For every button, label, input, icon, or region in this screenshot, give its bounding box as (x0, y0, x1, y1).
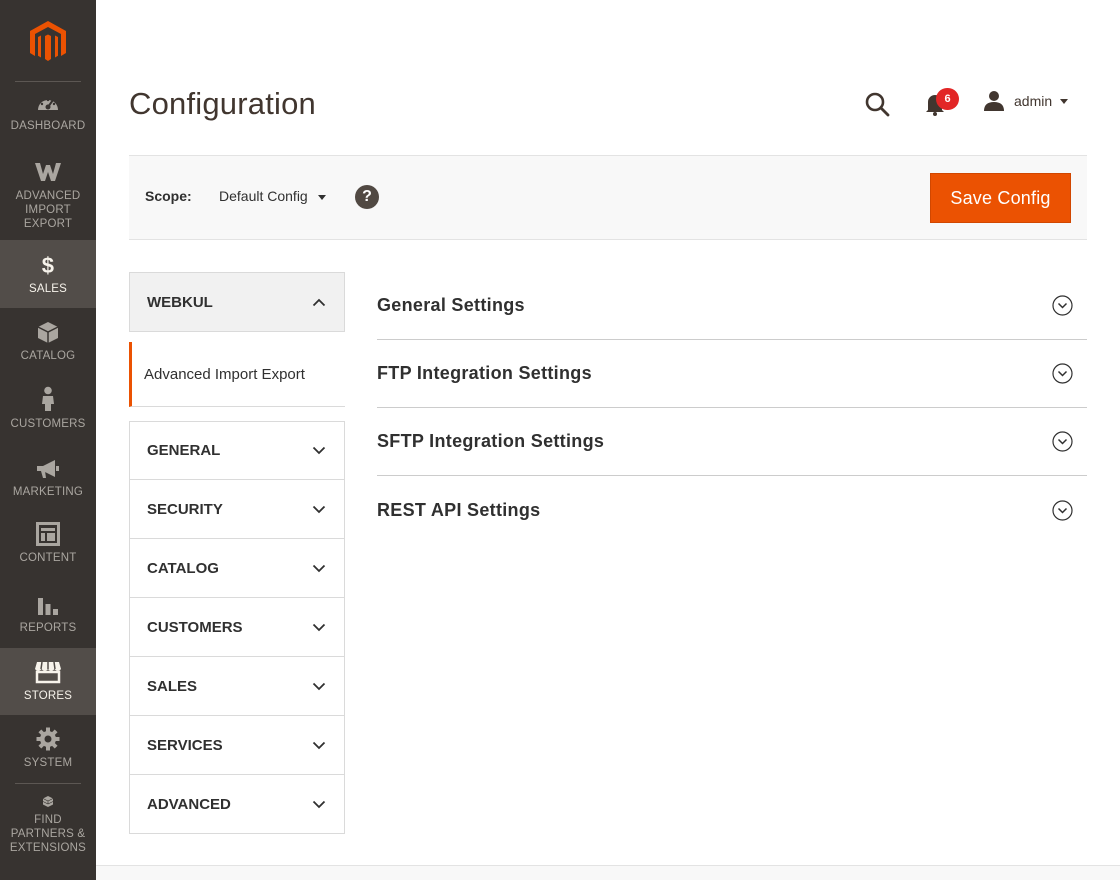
tab-section-label: SECURITY (147, 500, 223, 518)
section-general-settings[interactable]: General Settings (377, 272, 1087, 340)
page-title: Configuration (129, 86, 316, 121)
config-sections: General Settings FTP Integration Setting… (377, 272, 1087, 544)
nav-item-label: CUSTOMERS (10, 418, 86, 430)
nav-item-catalog[interactable]: CATALOG (0, 320, 96, 378)
nav-item-dashboard[interactable]: DASHBOARD (0, 92, 96, 150)
magento-logo-icon (30, 20, 66, 61)
tab-section-label: CUSTOMERS (147, 618, 243, 636)
nav-item-label: CONTENT (19, 552, 77, 564)
chevron-down-icon (317, 194, 326, 200)
nav-item-label: STORES (23, 690, 73, 702)
svg-text:$: $ (42, 253, 54, 277)
save-config-button[interactable]: Save Config (930, 173, 1071, 223)
nav-divider (15, 783, 81, 784)
magento-logo[interactable] (15, 0, 81, 82)
nav-item-customers[interactable]: CUSTOMERS (0, 386, 96, 444)
dashboard-icon (38, 98, 58, 110)
tab-section-label: ADVANCED (147, 795, 231, 813)
expand-circle-icon (1052, 363, 1073, 384)
chevron-down-icon (312, 682, 326, 690)
nav-item-label: ADVANCED IMPORT EXPORT (15, 190, 81, 230)
expand-circle-icon (1052, 499, 1073, 521)
nav-item-marketing[interactable]: MARKETING (0, 458, 96, 516)
tab-section-advanced[interactable]: ADVANCED (129, 775, 345, 834)
layout-icon (36, 522, 60, 546)
section-ftp-integration-settings[interactable]: FTP Integration Settings (377, 340, 1087, 408)
user-icon (984, 91, 1004, 111)
page-footer (96, 865, 1120, 880)
box-icon (37, 322, 59, 343)
nav-item-find-partners[interactable]: FIND PARTNERS & EXTENSIONS (0, 795, 96, 855)
tab-section-label: CATALOG (147, 559, 219, 577)
nav-item-stores[interactable]: STORES (0, 648, 96, 715)
scope-help-icon[interactable]: ? (355, 185, 379, 209)
section-sftp-integration-settings[interactable]: SFTP Integration Settings (377, 408, 1087, 476)
nav-item-label: MARKETING (12, 486, 84, 498)
search-icon (865, 92, 890, 117)
nav-item-label: SALES (28, 282, 68, 295)
config-tabs: WEBKUL Advanced Import Export GENERAL SE… (129, 272, 345, 834)
megaphone-icon (37, 460, 59, 478)
tab-advanced-import-export[interactable]: Advanced Import Export (129, 342, 345, 407)
tab-section-sales[interactable]: SALES (129, 657, 345, 716)
tab-group-title: WEBKUL (147, 293, 213, 311)
nav-item-label: DASHBOARD (10, 120, 86, 132)
section-title: General Settings (377, 295, 525, 315)
scope-value: Default Config (219, 188, 308, 204)
section-rest-api-settings[interactable]: REST API Settings (377, 476, 1087, 544)
tab-spacer (129, 407, 345, 421)
chevron-down-icon (312, 446, 326, 455)
section-title: REST API Settings (377, 499, 541, 520)
section-title: FTP Integration Settings (377, 363, 592, 383)
tab-section-security[interactable]: SECURITY (129, 480, 345, 539)
expand-circle-icon (1052, 431, 1073, 452)
admin-username: admin (1014, 93, 1053, 109)
chevron-down-icon (312, 623, 326, 631)
chevron-down-icon (312, 741, 326, 749)
chevron-down-icon (1060, 98, 1069, 104)
tab-section-services[interactable]: SERVICES (129, 716, 345, 775)
tab-section-label: GENERAL (147, 442, 221, 459)
tab-section-label: SALES (147, 677, 198, 695)
extensions-cube-icon (42, 796, 54, 807)
notifications-count-badge[interactable]: 6 (936, 88, 959, 110)
nav-item-label: CATALOG (20, 350, 76, 362)
chevron-down-icon (312, 564, 326, 572)
nav-item-system[interactable]: SYSTEM (0, 727, 96, 777)
tab-section-label: SERVICES (147, 736, 223, 754)
store-icon (35, 661, 61, 684)
tab-section-customers[interactable]: CUSTOMERS (129, 598, 345, 657)
global-search-button[interactable] (863, 90, 891, 118)
tab-section-general[interactable]: GENERAL (129, 421, 345, 480)
tab-label: Advanced Import Export (144, 365, 305, 383)
nav-item-label: SYSTEM (23, 757, 73, 769)
page-actions-bar: Scope: Default Config ? Save Config (129, 155, 1087, 240)
scope-label: Scope: (145, 188, 192, 204)
chevron-down-icon (312, 505, 326, 513)
nav-item-sales[interactable]: $ SALES (0, 240, 96, 308)
scope-switcher[interactable]: Default Config (219, 188, 326, 204)
chevron-down-icon (312, 800, 326, 808)
tab-group-webkul[interactable]: WEBKUL (129, 272, 345, 332)
section-title: SFTP Integration Settings (377, 431, 605, 451)
chevron-up-icon (312, 298, 326, 306)
webkul-w-icon (35, 163, 61, 181)
nav-item-reports[interactable]: REPORTS (0, 592, 96, 650)
nav-item-content[interactable]: CONTENT (0, 522, 96, 580)
nav-item-advanced-import-export[interactable]: ADVANCED IMPORT EXPORT (0, 160, 96, 240)
tab-section-catalog[interactable]: CATALOG (129, 539, 345, 598)
nav-item-label: REPORTS (19, 622, 77, 634)
expand-circle-icon (1052, 295, 1073, 316)
admin-sidebar-nav: DASHBOARD ADVANCED IMPORT EXPORT $ SALES… (0, 0, 96, 880)
dollar-icon: $ (42, 253, 54, 277)
nav-item-label: FIND PARTNERS & EXTENSIONS (9, 814, 87, 854)
person-icon (42, 386, 54, 411)
bar-chart-icon (38, 598, 58, 615)
admin-user-menu[interactable]: admin (983, 88, 1069, 114)
gear-icon (36, 727, 60, 751)
